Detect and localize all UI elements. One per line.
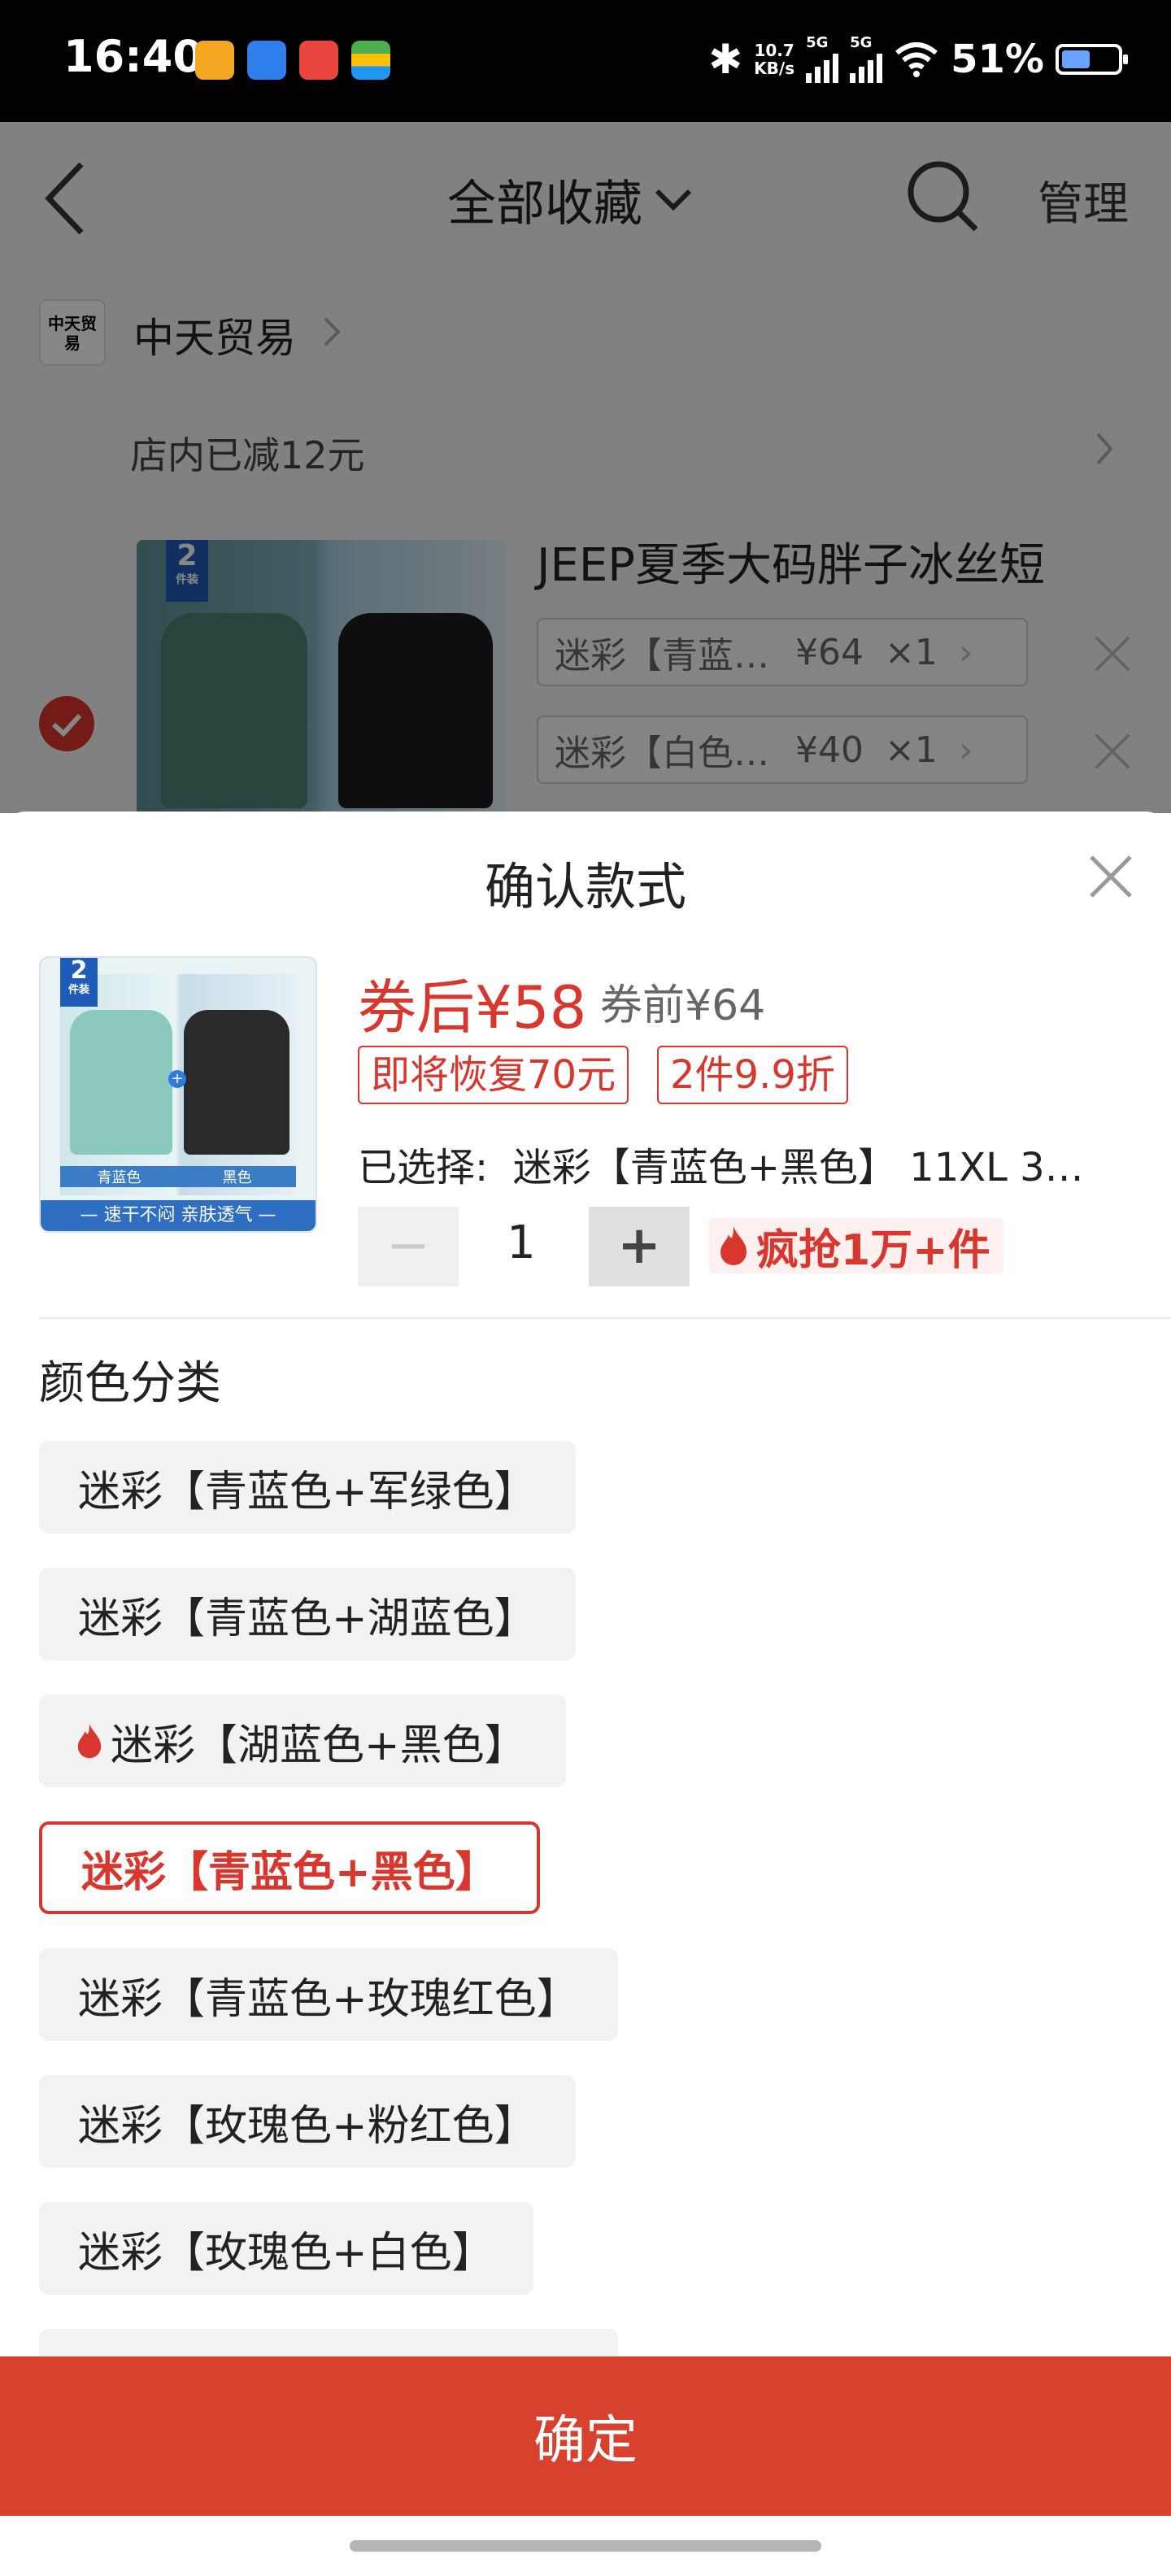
hot-sale-badge: 疯抢1万+件 bbox=[709, 1218, 1003, 1275]
plus-icon: + bbox=[168, 1070, 186, 1088]
thumb-label: 黑色 bbox=[178, 1166, 296, 1187]
signal-sim1: 5G bbox=[806, 36, 839, 83]
quantity-value[interactable]: 1 bbox=[477, 1216, 566, 1269]
color-option[interactable]: 迷彩【青蓝色+军绿色】 bbox=[39, 1441, 576, 1534]
modal-overlay[interactable] bbox=[0, 122, 1171, 813]
close-icon[interactable] bbox=[1086, 852, 1135, 901]
tshirt-shape bbox=[184, 1010, 289, 1155]
status-bar: 16:40 ✱ 10.7 KB/s 5G 5G 51% bbox=[0, 0, 1171, 122]
product-thumbnail[interactable]: 2 件装 + 青蓝色 黑色 — 速干不闷 亲肤透气 — bbox=[39, 956, 317, 1233]
price-after-coupon: 券后¥58 bbox=[358, 973, 587, 1042]
app-notification-icon bbox=[299, 41, 338, 80]
color-option-selected[interactable]: 迷彩【青蓝色+黑色】 bbox=[39, 1821, 540, 1914]
color-option[interactable]: 迷彩【青蓝色+湖蓝色】 bbox=[39, 1568, 576, 1660]
selected-summary: 已选择: 迷彩【青蓝色+黑色】 11XL 3… bbox=[358, 1145, 1084, 1190]
wifi-icon bbox=[895, 42, 938, 77]
signal-icon bbox=[806, 50, 839, 83]
network-speed: 10.7 KB/s bbox=[754, 41, 795, 78]
promo-tag: 即将恢复70元 bbox=[358, 1046, 629, 1104]
pack-badge: 2 件装 bbox=[60, 958, 98, 1007]
app-notification-icon bbox=[247, 41, 286, 80]
section-title: 颜色分类 bbox=[39, 1357, 221, 1410]
bluetooth-icon: ✱ bbox=[708, 36, 743, 83]
signal-sim2: 5G bbox=[850, 36, 883, 83]
color-option[interactable]: 迷彩【湖蓝色+黑色】 bbox=[39, 1695, 566, 1787]
sheet-title: 确认款式 bbox=[484, 857, 686, 916]
flame-icon bbox=[720, 1226, 747, 1265]
app-notification-icon bbox=[195, 41, 234, 80]
flame-icon bbox=[77, 1723, 102, 1759]
status-icons: ✱ 10.7 KB/s 5G 5G 51% bbox=[708, 36, 1128, 83]
home-indicator[interactable] bbox=[350, 2540, 821, 2552]
quantity-decrease-button[interactable]: − bbox=[358, 1207, 459, 1286]
tshirt-shape bbox=[70, 1010, 172, 1155]
wallet-icon bbox=[351, 41, 390, 80]
battery-percent: 51% bbox=[951, 37, 1044, 82]
clock: 16:40 bbox=[63, 31, 203, 82]
confirm-button[interactable]: 确定 bbox=[0, 2356, 1171, 2516]
battery-icon bbox=[1056, 44, 1128, 75]
divider bbox=[39, 1317, 1171, 1319]
color-option[interactable]: 迷彩【青蓝色+玫瑰红色】 bbox=[39, 1948, 618, 2041]
promo-tag: 2件9.9折 bbox=[657, 1046, 848, 1104]
color-option[interactable]: 迷彩【玫瑰色+白色】 bbox=[39, 2202, 533, 2295]
thumb-caption: — 速干不闷 亲肤透气 — bbox=[41, 1200, 316, 1231]
quantity-increase-button[interactable]: + bbox=[589, 1207, 690, 1286]
thumb-label: 青蓝色 bbox=[60, 1166, 178, 1187]
price-before-coupon: 券前¥64 bbox=[600, 981, 766, 1030]
color-option[interactable]: 迷彩【玫瑰色+粉红色】 bbox=[39, 2075, 576, 2168]
signal-icon bbox=[850, 50, 883, 83]
